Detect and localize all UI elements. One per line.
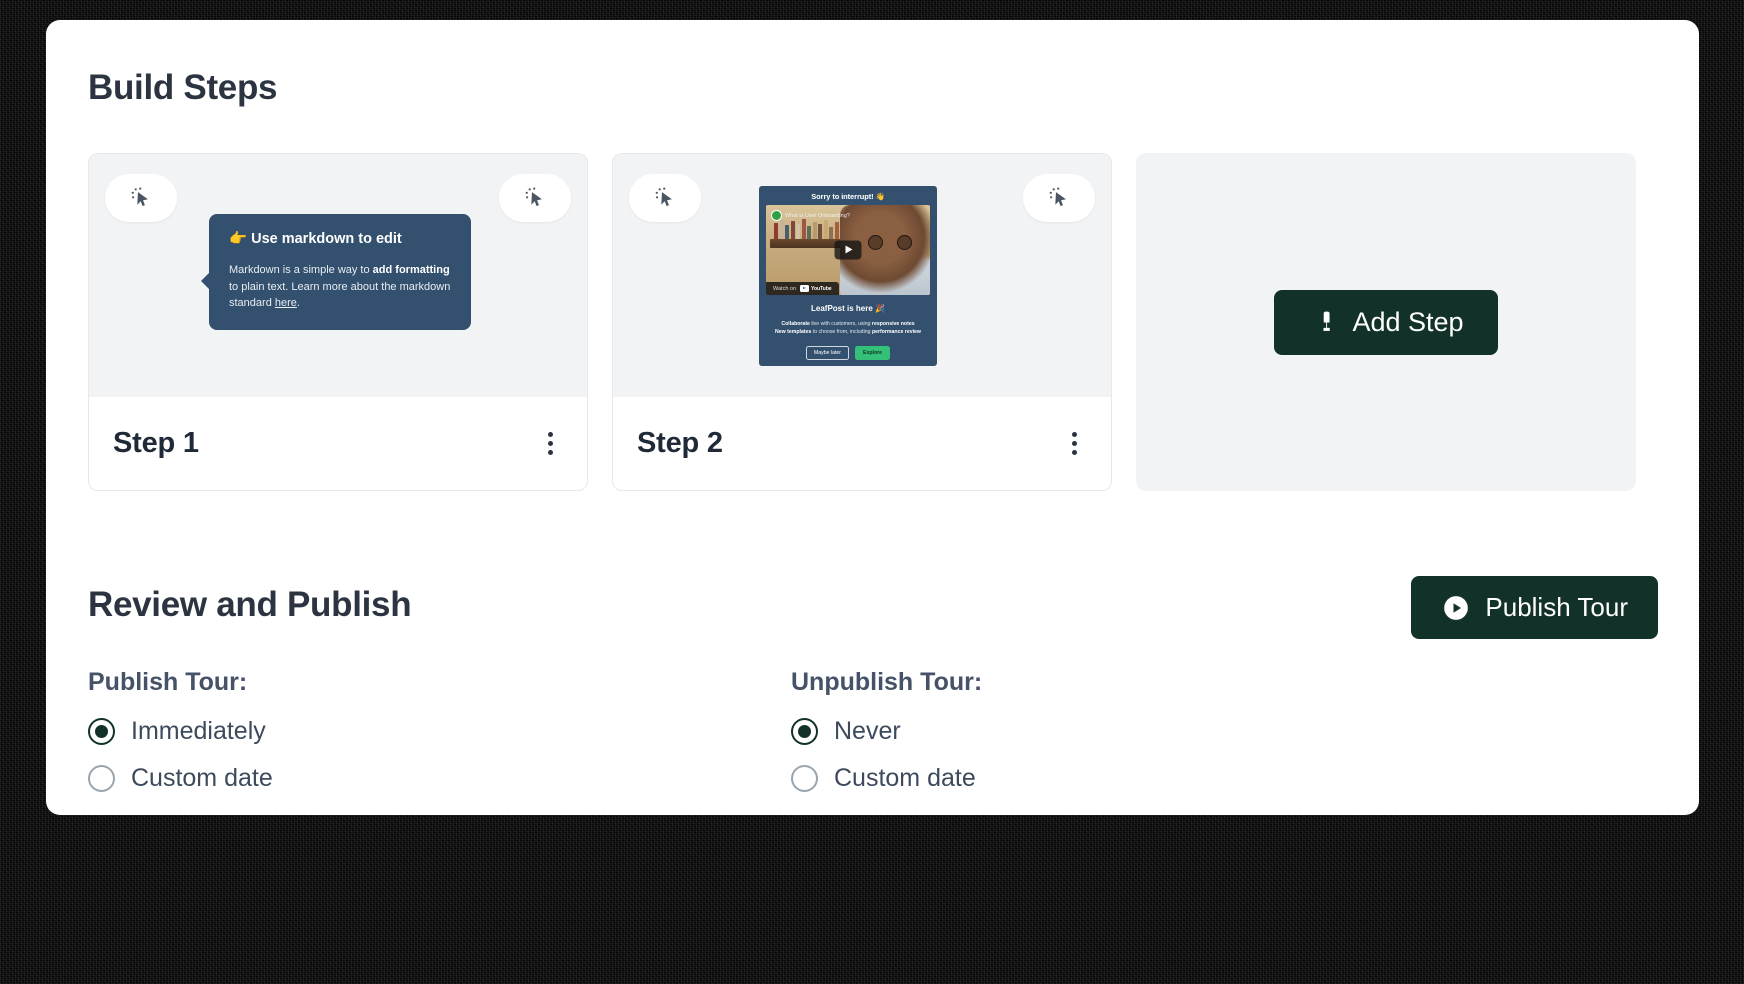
pointing-hand-emoji: 👉	[229, 231, 248, 247]
tooltip-heading: 👉 Use markdown to edit	[229, 231, 402, 247]
radio-indicator-selected[interactable]	[88, 718, 115, 745]
more-vertical-icon-dot	[547, 441, 553, 446]
main-panel: Build Steps 👉 Use markdown to edit Markd…	[46, 20, 1699, 815]
explore-button[interactable]: Explore	[855, 346, 891, 360]
review-publish-title: Review and Publish	[88, 585, 412, 624]
video-modal-heading: Sorry to interrupt! 👋	[811, 192, 885, 201]
more-vertical-icon-dot	[1071, 441, 1077, 446]
cursor-chip-right-1[interactable]	[499, 174, 571, 222]
step-footer-2: Step 2	[613, 397, 1111, 490]
publish-tour-options-label: Publish Tour:	[88, 668, 248, 696]
step-card-2[interactable]: Sorry to interrupt! 👋 What is User Onboa…	[612, 153, 1112, 491]
radio-indicator-unselected[interactable]	[791, 765, 818, 792]
cursor-chip-left-2[interactable]	[629, 174, 701, 222]
hammer-icon	[1323, 311, 1331, 331]
add-step-label: Add Step	[1352, 306, 1464, 337]
more-vertical-icon-dot	[547, 450, 553, 455]
radio-indicator-unselected[interactable]	[88, 765, 115, 792]
add-step-button[interactable]: Add Step	[1274, 289, 1498, 355]
play-circle-icon	[1444, 595, 1469, 620]
maybe-later-button[interactable]: Maybe later	[805, 346, 850, 360]
publish-tour-button[interactable]: Publish Tour	[1411, 576, 1658, 639]
cursor-click-icon	[525, 187, 542, 207]
radio-unpublish-never[interactable]: Never	[791, 717, 982, 746]
cursor-click-icon	[131, 187, 148, 207]
more-vertical-icon-dot	[1071, 432, 1077, 437]
book	[818, 224, 822, 240]
step-footer-1: Step 1	[89, 397, 587, 490]
video-modal-title: LeafPost is here 🎉	[811, 303, 885, 313]
book	[779, 220, 784, 240]
book	[796, 224, 800, 240]
step-preview-1: 👉 Use markdown to edit Markdown is a sim…	[89, 154, 587, 397]
watch-on-youtube[interactable]: Watch on YouTube	[766, 282, 839, 295]
youtube-logo-icon: YouTube	[800, 285, 832, 292]
more-vertical-icon-dot	[547, 432, 553, 437]
video-modal-preview: Sorry to interrupt! 👋 What is User Onboa…	[759, 186, 937, 366]
book	[812, 222, 817, 240]
more-vertical-icon-dot	[1071, 450, 1077, 455]
channel-avatar-icon	[771, 210, 782, 221]
video-thumbnail[interactable]: What is User Onboarding? Watch on YouTub…	[766, 205, 930, 295]
bullet-line-2: New templates to choose from, including …	[775, 329, 921, 336]
step-menu-button-2[interactable]	[1061, 427, 1087, 461]
radio-publish-immediately[interactable]: Immediately	[88, 717, 273, 746]
step-title-2: Step 2	[637, 427, 723, 459]
step-title-1: Step 1	[113, 427, 199, 459]
video-play-button[interactable]	[834, 240, 862, 260]
bullet-line-1: Collaborate live with customers, using r…	[781, 320, 915, 327]
publish-tour-label: Publish Tour	[1485, 592, 1628, 622]
book	[790, 221, 795, 240]
cursor-chip-right-2[interactable]	[1023, 174, 1095, 222]
steps-list: 👉 Use markdown to edit Markdown is a sim…	[88, 153, 1636, 491]
publish-tour-options: Publish Tour: Immediately Custom date	[88, 668, 273, 811]
book	[834, 222, 839, 240]
glasses-decoration	[868, 235, 912, 250]
cursor-click-icon	[655, 187, 672, 207]
book	[823, 220, 828, 240]
video-modal-actions: Maybe later Explore	[766, 346, 930, 360]
youtube-play-glyph	[800, 285, 810, 292]
add-step-panel: Add Step	[1136, 153, 1636, 491]
unpublish-tour-options: Unpublish Tour: Never Custom date	[791, 668, 982, 811]
video-title-overlay: What is User Onboarding?	[771, 210, 850, 221]
markdown-standard-link[interactable]: here	[275, 297, 297, 309]
radio-unpublish-custom-date[interactable]: Custom date	[791, 764, 982, 793]
unpublish-tour-options-label: Unpublish Tour:	[791, 668, 983, 696]
step-menu-button-1[interactable]	[537, 427, 563, 461]
cursor-click-icon	[1049, 187, 1066, 207]
book	[774, 223, 778, 240]
cursor-chip-left-1[interactable]	[105, 174, 177, 222]
step-preview-2: Sorry to interrupt! 👋 What is User Onboa…	[613, 154, 1111, 397]
page-title: Build Steps	[88, 68, 278, 107]
video-modal-bullets: Collaborate live with customers, using r…	[766, 320, 930, 337]
step-card-1[interactable]: 👉 Use markdown to edit Markdown is a sim…	[88, 153, 588, 491]
radio-indicator-selected[interactable]	[791, 718, 818, 745]
radio-publish-custom-date[interactable]: Custom date	[88, 764, 273, 793]
book	[801, 219, 806, 240]
markdown-tooltip-preview: 👉 Use markdown to edit Markdown is a sim…	[201, 214, 471, 330]
book	[807, 226, 811, 240]
book	[785, 225, 789, 240]
tooltip-body: Markdown is a simple way to add formatti…	[229, 264, 451, 309]
